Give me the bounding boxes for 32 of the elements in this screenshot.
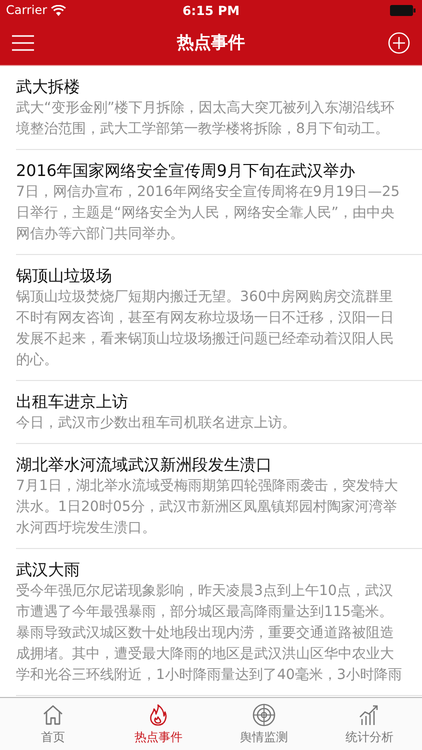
event-summary: 7月1日，湖北举水流域受梅雨期第四轮强降雨袭击，突发特大洪水。1日20时05分，武汉市新洲区凤凰镇郑园村陶家河湾举水河西圩垸发生溃口。 <box>16 477 399 538</box>
event-summary: 受今年强厄尔尼诺现象影响，昨天凌晨3点到上午10点，武汉市遭遇了今年最强暴雨，部分城区最高降雨量达到115毫米。暴雨导致武汉城区数十处地段出现内涝，重要交通道路被阻造成拥堵。其中，遭受最大降雨的地区是武汉洪山区华中农业大学和光谷三环线附近，1小时降雨量达到了40毫米，3小时降雨 <box>16 582 403 685</box>
event-item[interactable]: 锅顶山垃圾场 锅顶山垃圾焚烧厂短期内搬迁无望。360中房网购房交流群里不时有网友咨询，甚至有网友称垃圾场一日不迁移，汉阳一日发展不起来，看来锅顶山垃圾场搬迁问题已经牵动着汉阳人民的心。 <box>16 255 422 381</box>
event-title: 湖北举水河流域武汉新洲段发生溃口 <box>16 454 273 476</box>
event-item[interactable]: 2016年国家网络安全宣传周9月下旬在武汉举办 7日，网信办宣布，2016年网络安全宣传周将在9月19日—25日举行，主题是“网络安全为人民，网络安全靠人民”，由中央网信办等六部门共同举办。 <box>16 150 422 255</box>
add-button[interactable] <box>386 30 412 56</box>
event-item[interactable]: 武大拆楼 武大“变形金刚”楼下月拆除，因太高大突兀被列入东湖沿线环境整治范围，武大工学部第一教学楼将拆除，8月下旬动工。 <box>16 66 422 150</box>
event-title: 2016年国家网络安全宣传周9月下旬在武汉举办 <box>16 160 356 182</box>
event-summary: 锅顶山垃圾焚烧厂短期内搬迁无望。360中房网购房交流群里不时有网友咨询，甚至有网友称垃圾场一日不迁移，汉阳一日发展不起来，看来锅顶山垃圾场搬迁问题已经牵动着汉阳人民的心。 <box>16 288 395 370</box>
status-time: 6:15 PM <box>182 2 240 18</box>
tab-item[interactable]: 舆情监测 <box>211 698 316 750</box>
event-title: 武大拆楼 <box>16 76 81 98</box>
add-icon <box>388 32 410 54</box>
event-summary: 武大“变形金刚”楼下月拆除，因太高大突兀被列入东湖沿线环境整治范围，武大工学部第一教学楼将拆除，8月下旬动工。 <box>16 99 396 139</box>
wifi-icon <box>51 4 66 16</box>
event-title: 出租车进京上访 <box>16 391 129 413</box>
event-title: 武汉大雨 <box>16 559 81 581</box>
screen-title: 热点事件 <box>177 32 245 54</box>
event-item[interactable]: 湖北举水河流域武汉新洲段发生溃口 7月1日，湖北举水流域受梅雨期第四轮强降雨袭击，突发特大洪水。1日20时05分，武汉市新洲区凤凰镇郑园村陶家河湾举水河西圩垸发生溃口。 <box>16 444 422 549</box>
event-item[interactable]: 武汉大雨 受今年强厄尔尼诺现象影响，昨天凌晨3点到上午10点，武汉市遭遇了今年最强暴雨，部分城区最高降雨量达到115毫米。暴雨导致武汉城区数十处地段出现内涝，重要交通道路被阻造成拥堵。其中，遭受最大降雨的地区是武汉洪山区华中农业大学和光谷三环线附近，1小时降雨量达到了40毫米，3小时降雨 <box>16 549 422 696</box>
tab-item[interactable]: 统计分析 <box>316 698 422 750</box>
event-summary: 今日，武汉市少数出租车司机联名进京上访。 <box>16 414 297 433</box>
menu-button[interactable] <box>10 32 36 52</box>
tab-item[interactable]: 热点事件 <box>106 698 211 750</box>
event-title: 锅顶山垃圾场 <box>16 265 113 287</box>
menu-icon <box>12 34 34 50</box>
event-item[interactable]: 出租车进京上访 今日，武汉市少数出租车司机联名进京上访。 <box>16 381 422 444</box>
tab-item[interactable]: 首页 <box>0 698 106 750</box>
event-summary: 7日，网信办宣布，2016年网络安全宣传周将在9月19日—25日举行，主题是“网络安全为人民，网络安全靠人民”，由中央网信办等六部门共同举办。 <box>16 183 401 244</box>
target-icon <box>252 702 276 726</box>
carrier-label: Carrier <box>6 3 48 17</box>
battery-icon <box>390 4 416 16</box>
